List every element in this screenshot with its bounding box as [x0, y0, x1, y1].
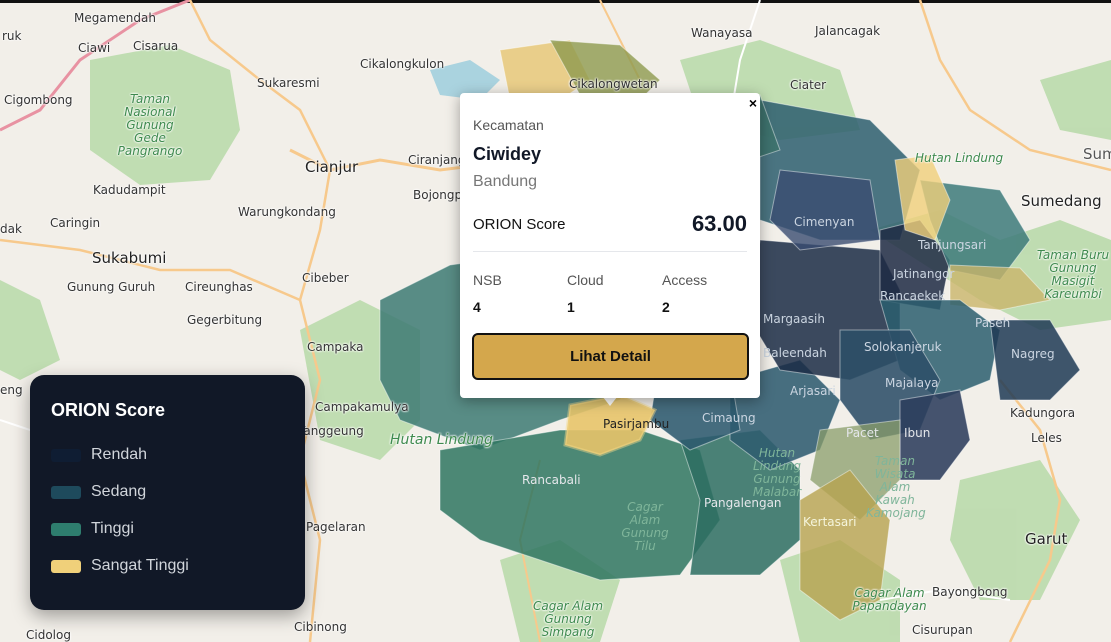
place-label: Campakamulya	[315, 400, 409, 414]
district-cimenyan	[769, 169, 881, 251]
legend-label: Tinggi	[91, 520, 134, 537]
metric-label: NSB	[473, 272, 502, 288]
legend-swatch-sedang	[51, 485, 81, 499]
place-label: Campaka	[307, 340, 364, 354]
place-label: Cimenyan	[794, 215, 855, 229]
place-label: eng	[0, 383, 23, 397]
place-label: Paseh	[975, 316, 1011, 330]
place-label: Margaasih	[763, 312, 825, 326]
place-label: Kertasari	[803, 515, 857, 529]
place-label: Pangalengan	[704, 496, 782, 510]
place-label: Cisurupan	[912, 623, 973, 637]
park-label: Cagar Alam Papandayan	[852, 586, 927, 613]
legend-item-sangat-tinggi: Sangat Tinggi	[51, 556, 189, 576]
legend-swatch-tinggi	[51, 522, 81, 536]
district-region: Bandung	[473, 173, 538, 190]
park-label: Taman Wisata Alam Kawah Kamojang	[866, 454, 926, 520]
city-label: Sumedang	[1021, 192, 1102, 210]
place-label: ruk	[2, 29, 22, 43]
city-label: Sukabumi	[92, 249, 167, 267]
place-label: Cibeber	[302, 271, 349, 285]
place-label: dak	[0, 222, 22, 236]
place-label: Cikalongkulon	[360, 57, 445, 71]
place-label: Pasirjambu	[603, 417, 670, 431]
park-label: Hutan Lindung	[390, 432, 493, 448]
place-label: Leles	[1031, 431, 1062, 445]
place-label: Tanjungsari	[918, 238, 987, 252]
place-label: Gunung Guruh	[67, 280, 156, 294]
place-label: Cimaung	[702, 411, 756, 425]
place-label: Sum	[1083, 145, 1111, 163]
place-label: Solokanjeruk	[864, 340, 942, 354]
place-label: Nagreg	[1011, 347, 1055, 361]
park-label: Hutan Lindung Gunung Malabar	[752, 446, 802, 499]
place-label: Ciawi	[78, 41, 111, 55]
legend-item-sedang: Sedang	[51, 482, 146, 502]
orion-score-legend: ORION Score Rendah Sedang Tinggi Sangat …	[30, 375, 305, 610]
metric-label: Cloud	[567, 272, 604, 288]
legend-title: ORION Score	[51, 400, 166, 420]
place-label: Jalancagak	[815, 24, 881, 38]
place-label: Pacet	[846, 426, 879, 440]
place-label: Cigombong	[4, 93, 73, 107]
park-label: Taman Nasional Gunung Gede Pangrango	[117, 92, 183, 158]
place-label: Kadudampit	[93, 183, 166, 197]
legend-item-tinggi: Tinggi	[51, 519, 134, 539]
legend-swatch-rendah	[51, 448, 81, 462]
place-label: Kadungora	[1010, 406, 1076, 420]
place-label: Cikalongwetan	[569, 77, 658, 91]
metric-value: 2	[662, 299, 670, 315]
district-name: Ciwidey	[473, 144, 542, 164]
legend-swatch-sangat-tinggi	[51, 559, 81, 573]
legend-label: Sedang	[91, 483, 147, 500]
metric-label: Access	[662, 272, 708, 288]
place-label: Pagelaran	[306, 520, 366, 534]
metric-cloud: Cloud 1	[567, 272, 604, 315]
score-value: 63.00	[691, 211, 747, 236]
metric-access: Access 2	[662, 272, 707, 315]
place-label: Cisarua	[133, 39, 179, 53]
place-label: Baleendah	[763, 346, 827, 360]
city-label: Cianjur	[305, 158, 359, 176]
place-label: Rancabali	[522, 473, 581, 487]
place-label: Wanayasa	[691, 26, 753, 40]
place-label: Majalaya	[885, 376, 939, 390]
place-label: Bayongbong	[932, 585, 1008, 599]
popup-type-label: Kecamatan	[473, 117, 544, 133]
place-label: Cireunghas	[185, 280, 253, 294]
district-popup: × Kecamatan Ciwidey Bandung ORION Score …	[460, 93, 760, 398]
place-label: Cibinong	[294, 620, 347, 634]
place-label: Megamendah	[74, 11, 156, 25]
metric-value: 1	[567, 299, 575, 315]
city-label: Garut	[1025, 530, 1068, 548]
popup-divider	[473, 251, 747, 252]
legend-label: Rendah	[91, 446, 148, 463]
place-label: Rancaekek	[880, 289, 946, 303]
metric-nsb: NSB 4	[473, 272, 502, 315]
place-label: Ciranjang	[408, 153, 466, 167]
place-label: Ciater	[790, 78, 827, 92]
legend-label: Sangat Tinggi	[91, 557, 189, 574]
park-label: Cagar Alam Gunung Simpang	[532, 599, 604, 639]
park-label: Taman Buru Gunung Masigit Kareumbi	[1036, 248, 1110, 301]
district-south-tinggi	[439, 429, 721, 581]
park-label: Cagar Alam Gunung Tilu	[621, 500, 669, 553]
park-label: Hutan Lindung	[915, 151, 1004, 165]
place-label: Sukaresmi	[257, 76, 320, 90]
view-detail-button[interactable]: Lihat Detail	[472, 333, 749, 380]
place-label: Ibun	[904, 426, 931, 440]
place-label: Gegerbitung	[187, 313, 263, 327]
place-label: Arjasari	[790, 384, 836, 398]
place-label: Warungkondang	[238, 205, 336, 219]
metric-value: 4	[473, 299, 481, 315]
place-label: Tanggeung	[298, 424, 364, 438]
place-label: Bojongpi	[413, 188, 466, 202]
legend-item-rendah: Rendah	[51, 445, 147, 465]
place-label: Cidolog	[26, 628, 71, 642]
place-label: Caringin	[50, 216, 101, 230]
place-label: Jatinangor	[893, 267, 955, 281]
score-label: ORION Score	[473, 216, 566, 233]
close-icon[interactable]: ×	[746, 95, 760, 111]
